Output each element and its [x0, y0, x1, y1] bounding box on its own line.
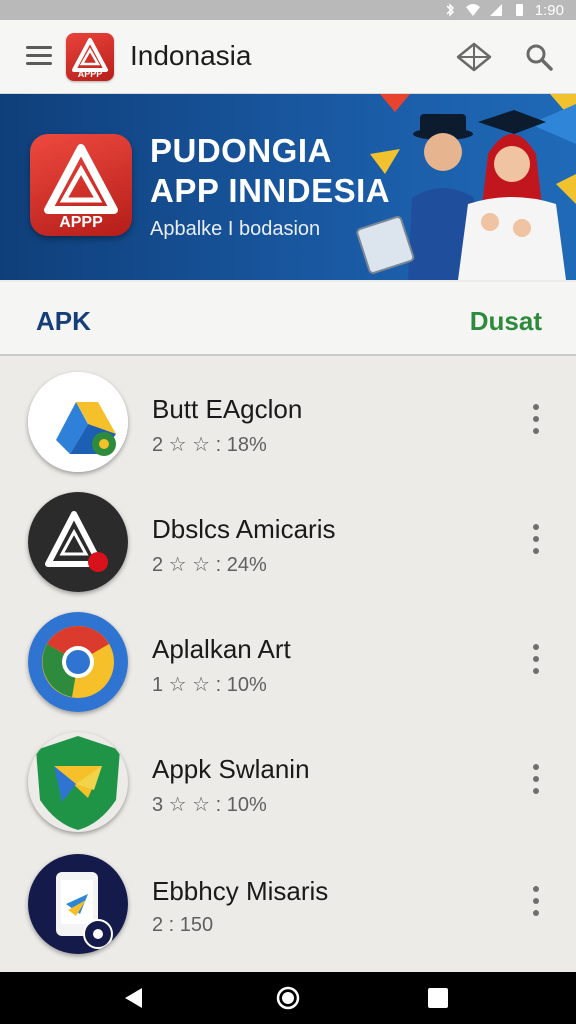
tab-dusat[interactable]: Dusat	[470, 306, 542, 337]
shield-folder-icon	[28, 732, 128, 832]
menu-icon[interactable]	[26, 46, 52, 68]
list-item[interactable]: Aplalkan Art 1 ☆ ☆ : 10%	[0, 600, 576, 720]
bluetooth-icon	[446, 3, 454, 17]
banner-subtitle: Apbalke I bodasion	[150, 218, 321, 240]
banner-people-illustration	[356, 94, 576, 280]
status-bar: 1:90	[0, 0, 576, 20]
app-rating: 2 : 150	[152, 914, 214, 936]
app-name: Dbslcs Amicaris	[152, 514, 336, 544]
wifi-icon	[465, 4, 480, 16]
more-options-icon[interactable]	[526, 644, 546, 676]
app-name: Aplalkan Art	[152, 634, 291, 664]
app-rating: 2 ☆ ☆ : 18%	[152, 434, 267, 456]
drive-icon	[28, 372, 128, 472]
home-icon[interactable]	[276, 986, 300, 1010]
more-options-icon[interactable]	[526, 886, 546, 918]
app-rating: 2 ☆ ☆ : 24%	[152, 554, 267, 576]
back-icon[interactable]	[122, 986, 146, 1010]
app-list: Butt EAgclon 2 ☆ ☆ : 18% Dbslcs Amicaris…	[0, 358, 576, 970]
app-rating: 1 ☆ ☆ : 10%	[152, 674, 267, 696]
app-logo: APPP	[66, 33, 114, 81]
list-item[interactable]: Dbslcs Amicaris 2 ☆ ☆ : 24%	[0, 480, 576, 600]
search-icon[interactable]	[524, 42, 554, 72]
tab-row: APK Dusat	[0, 282, 576, 356]
share-icon[interactable]	[456, 40, 492, 74]
status-time: 1:90	[534, 1, 564, 19]
app-bar: APPP Indonasia	[0, 20, 576, 94]
banner-title-line1: PUDONGIA	[150, 132, 332, 169]
banner-logo: APPP	[30, 134, 132, 236]
app-name: Appk Swlanin	[152, 754, 310, 784]
chrome-icon	[28, 612, 128, 712]
promo-banner[interactable]: APPP PUDONGIA APP INNDESIA Apbalke I bod…	[0, 94, 576, 280]
tab-apk[interactable]: APK	[36, 306, 91, 337]
more-options-icon[interactable]	[526, 524, 546, 556]
system-nav-bar	[0, 972, 576, 1024]
app-name: Ebbhcy Misaris	[152, 876, 329, 906]
app-title: Indonasia	[130, 40, 252, 71]
dark-triangle-icon	[28, 492, 128, 592]
recents-icon[interactable]	[428, 988, 448, 1008]
list-item[interactable]: Butt EAgclon 2 ☆ ☆ : 18%	[0, 360, 576, 480]
app-name: Butt EAgclon	[152, 394, 303, 424]
status-icons: 1:90	[443, 0, 564, 20]
list-item[interactable]: Appk Swlanin 3 ☆ ☆ : 10%	[0, 720, 576, 840]
phone-icon	[28, 854, 128, 954]
more-options-icon[interactable]	[526, 764, 546, 796]
list-item[interactable]: Ebbhcy Misaris 2 : 150	[0, 842, 576, 962]
battery-icon	[515, 4, 523, 16]
signal-icon	[489, 4, 502, 16]
more-options-icon[interactable]	[526, 404, 546, 436]
app-logo-text: APPP	[78, 69, 103, 79]
app-rating: 3 ☆ ☆ : 10%	[152, 794, 267, 816]
banner-logo-text: APPP	[59, 214, 103, 231]
